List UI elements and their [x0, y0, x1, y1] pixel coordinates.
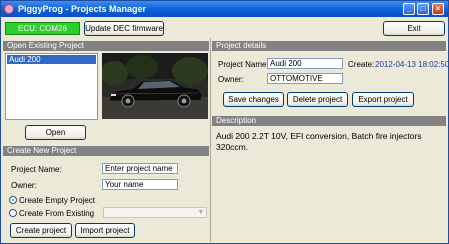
project-car-photo [102, 53, 208, 119]
open-existing-header: Open Existing Project [3, 41, 209, 51]
piggy-app-icon [4, 4, 14, 14]
new-project-name-input[interactable]: Enter project name [102, 163, 178, 174]
ecu-status-indicator: ECU: COM26 [5, 22, 80, 35]
create-project-button[interactable]: Create project [10, 223, 72, 238]
details-owner-label: Owner: [218, 75, 244, 84]
new-owner-label: Owner: [11, 181, 37, 190]
project-details-header: Project details [212, 41, 446, 51]
project-list-item-selected[interactable]: Audi 200 [7, 55, 96, 64]
create-from-existing-label: Create From Existing [19, 209, 95, 218]
create-new-header: Create New Project [3, 146, 209, 156]
create-date-label: Create: [348, 60, 375, 69]
description-header: Description [212, 116, 446, 126]
window-title: PiggyProg - Projects Manager [18, 4, 147, 14]
title-bar[interactable]: PiggyProg - Projects Manager _ □ × [1, 1, 448, 17]
new-owner-input[interactable]: Your name [102, 179, 178, 190]
existing-project-dropdown[interactable]: ▼ [103, 207, 207, 218]
new-project-name-label: Project Name: [11, 165, 62, 174]
create-from-existing-radio[interactable] [9, 209, 17, 217]
panel-divider [210, 38, 211, 242]
minimize-button[interactable]: _ [403, 3, 415, 15]
exit-button[interactable]: Exit [383, 21, 445, 36]
import-project-button[interactable]: Import project [75, 223, 135, 238]
open-project-button[interactable]: Open [25, 125, 86, 140]
close-button[interactable]: × [432, 3, 444, 15]
description-text[interactable]: Audi 200 2.2T 10V, EFI conversion, Batch… [213, 129, 445, 240]
create-empty-label: Create Empty Project [19, 196, 96, 205]
delete-project-button[interactable]: Delete project [287, 92, 348, 107]
details-project-name-input[interactable]: Audi 200 [267, 58, 343, 69]
app-window: PiggyProg - Projects Manager _ □ × ECU: … [0, 0, 449, 244]
create-empty-radio[interactable] [9, 196, 17, 204]
export-project-button[interactable]: Export project [352, 92, 414, 107]
save-changes-button[interactable]: Save changes [223, 92, 284, 107]
create-date-value: 2012-04-13 18:02:50 [375, 60, 449, 69]
chevron-down-icon: ▼ [197, 209, 205, 216]
details-owner-input[interactable]: OTTOMOTIVE [267, 73, 343, 84]
details-project-name-label: Project Name: [218, 60, 269, 69]
update-firmware-button[interactable]: Update DEC firmware [84, 21, 164, 36]
maximize-button[interactable]: □ [417, 3, 429, 15]
project-list[interactable]: Audi 200 [5, 53, 98, 120]
